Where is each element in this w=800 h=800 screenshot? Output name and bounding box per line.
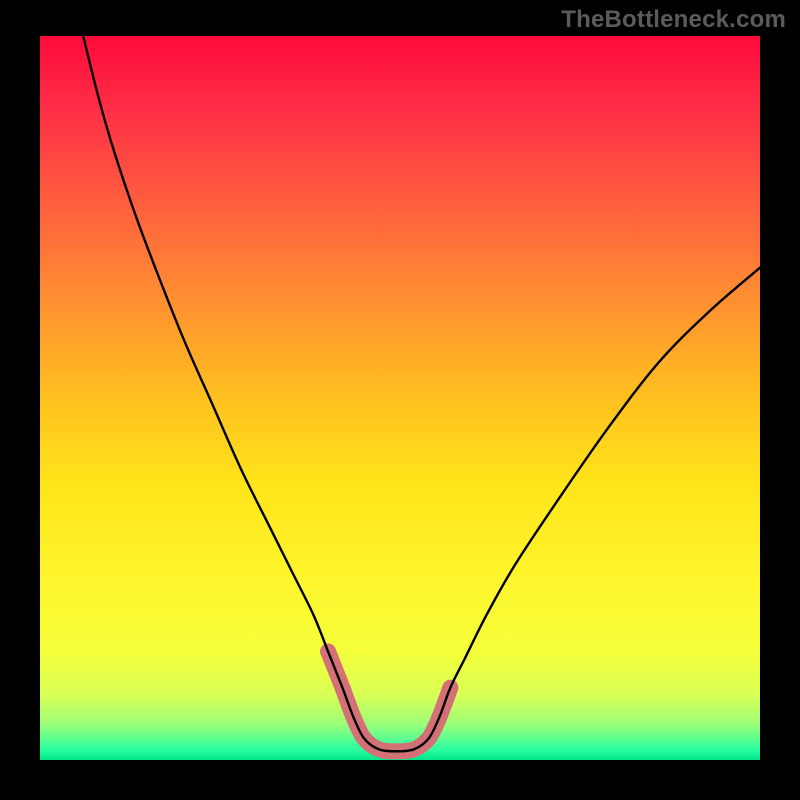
gradient-background	[40, 36, 760, 760]
watermark-text: TheBottleneck.com	[561, 6, 786, 34]
chart-frame: TheBottleneck.com	[0, 0, 800, 800]
chart-svg	[40, 36, 760, 760]
chart-plot-area	[40, 36, 760, 760]
